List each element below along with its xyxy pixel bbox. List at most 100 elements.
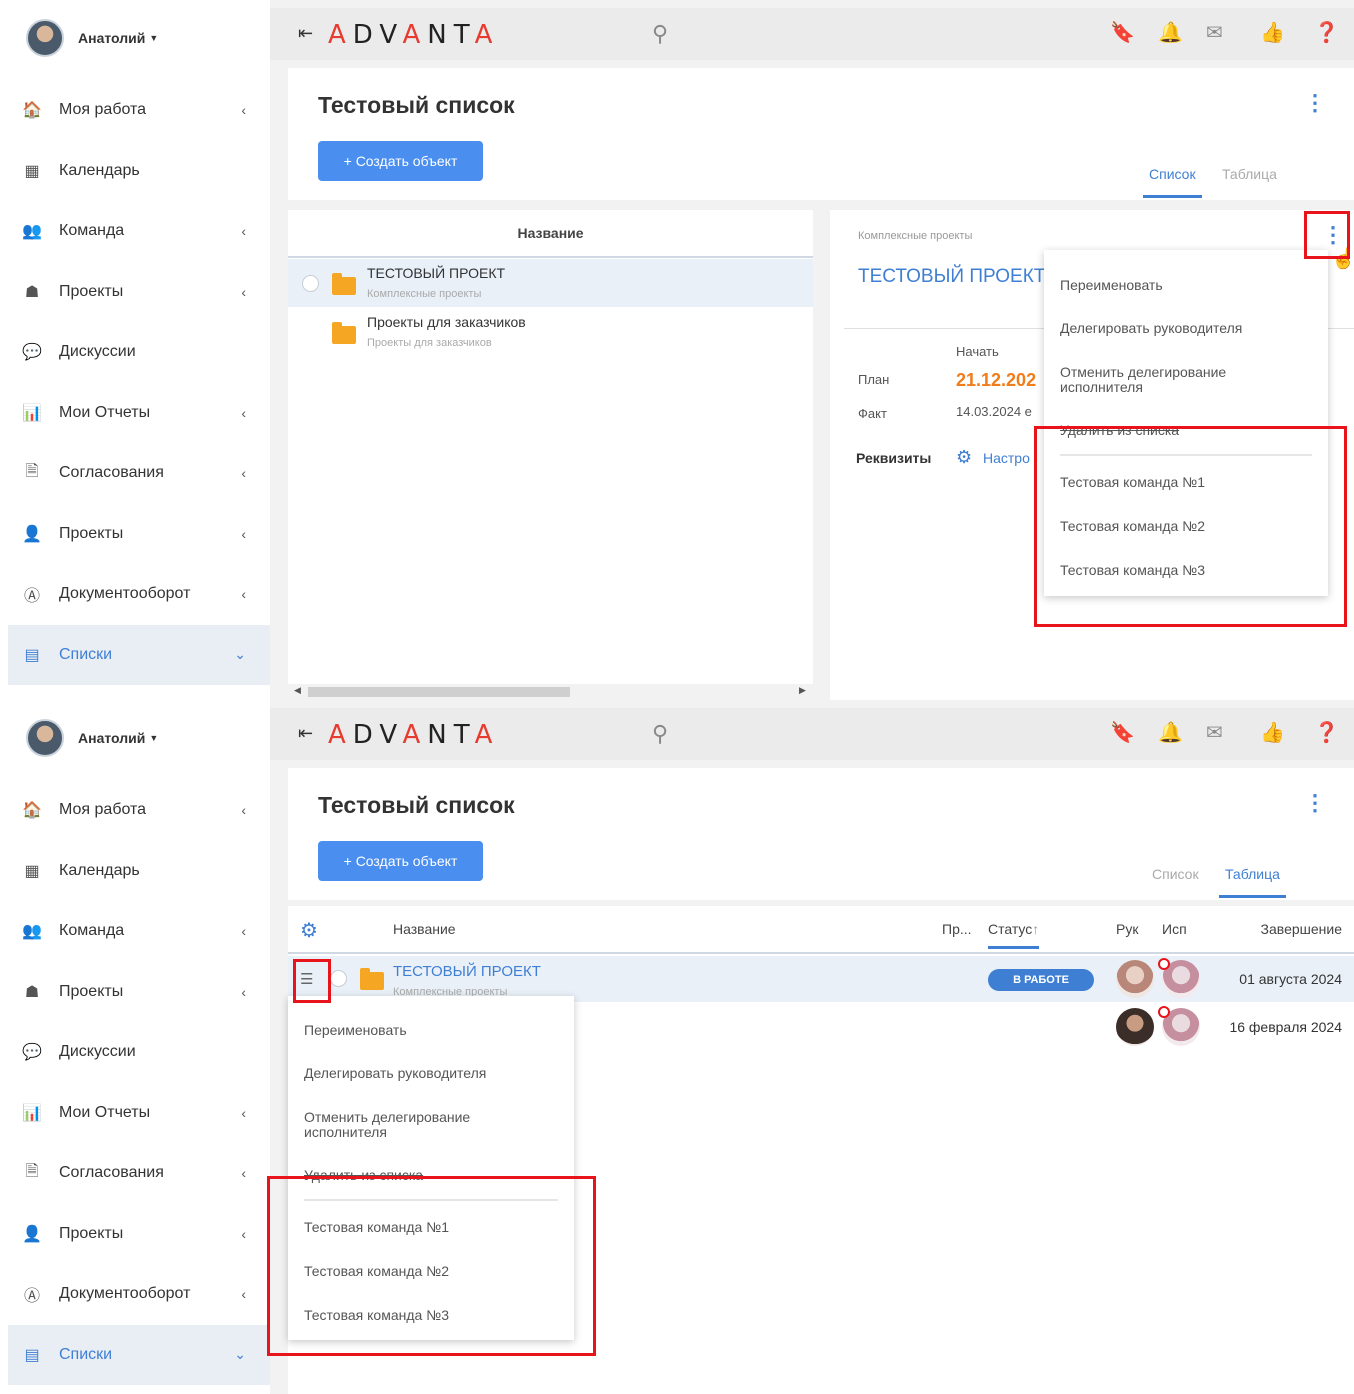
chevron-left-icon[interactable]: ‹ <box>241 1226 246 1242</box>
chevron-left-icon[interactable]: ‹ <box>241 1286 246 1302</box>
sidebar-item-1[interactable]: 🏠 Моя работа ‹ <box>8 80 270 141</box>
sidebar-menu: 🏠 Моя работа ‹ ▦ Календарь 👥 Команда ‹ ☗ Проекты ‹… <box>8 780 270 1385</box>
sort-arrow-icon[interactable]: ↑ <box>1032 921 1039 937</box>
bell-icon[interactable]: 🔔 <box>1158 20 1183 45</box>
item-title[interactable]: Проекты для заказчиков <box>367 314 526 330</box>
user-name[interactable]: Анатолий <box>78 30 145 46</box>
sidebar-item-9[interactable]: Ⓐ Документооборот ‹ <box>8 564 270 625</box>
column-header-name[interactable]: Название <box>288 210 813 258</box>
chevron-down-icon[interactable]: ⌄ <box>234 646 246 663</box>
user-menu[interactable]: Анатолий ▼ <box>26 718 158 758</box>
user-name[interactable]: Анатолий <box>78 730 145 746</box>
column-header-pr[interactable]: Пр... <box>942 921 972 937</box>
sidebar-item-2[interactable]: ▦ Календарь <box>8 841 270 902</box>
tab-list[interactable]: Список <box>1146 866 1205 898</box>
sidebar-item-7[interactable]: 🗎 Согласования ‹ <box>8 443 270 504</box>
chevron-left-icon[interactable]: ‹ <box>241 1105 246 1121</box>
tab-table[interactable]: Таблица <box>1219 866 1286 898</box>
menu-item-cancel-delegation[interactable]: Отменить делегирование исполнителя <box>1060 365 1280 395</box>
collapse-menu-icon[interactable]: ⇤ <box>298 723 313 744</box>
detail-title[interactable]: ТЕСТОВЫЙ ПРОЕКТ <box>858 266 1045 288</box>
chevron-left-icon[interactable]: ‹ <box>241 223 246 239</box>
horizontal-scrollbar[interactable]: ◀ ▶ <box>288 684 813 700</box>
row-checkbox[interactable] <box>330 970 347 987</box>
search-icon[interactable]: ⚲ <box>652 721 668 747</box>
sidebar-item-8[interactable]: 👤 Проекты ‹ <box>8 504 270 565</box>
bookmark-icon[interactable]: 🔖 <box>1110 720 1135 745</box>
help-icon[interactable]: ❓ <box>1314 720 1339 745</box>
chevron-left-icon[interactable]: ‹ <box>241 102 246 118</box>
sidebar-item-1[interactable]: 🏠 Моя работа ‹ <box>8 780 270 841</box>
sidebar-item-5[interactable]: 💬 Дискуссии <box>8 1022 270 1083</box>
avatar[interactable] <box>1116 1008 1154 1046</box>
chevron-left-icon[interactable]: ‹ <box>241 526 246 542</box>
chevron-left-icon[interactable]: ‹ <box>241 284 246 300</box>
user-menu[interactable]: Анатолий ▼ <box>26 18 158 58</box>
menu-item-cancel-delegation[interactable]: Отменить делегирование исполнителя <box>304 1110 524 1140</box>
chevron-down-icon[interactable]: ⌄ <box>234 1346 246 1363</box>
mail-icon[interactable]: ✉ <box>1206 20 1223 45</box>
help-icon[interactable]: ❓ <box>1314 20 1339 45</box>
sidebar-item-8[interactable]: 👤 Проекты ‹ <box>8 1204 270 1265</box>
sidebar-item-3[interactable]: 👥 Команда ‹ <box>8 901 270 962</box>
item-title[interactable]: ТЕСТОВЫЙ ПРОЕКТ <box>367 265 505 281</box>
sidebar-item-4[interactable]: ☗ Проекты ‹ <box>8 262 270 323</box>
gear-icon[interactable]: ⚙ <box>956 447 972 468</box>
menu-item-rename[interactable]: Переименовать <box>1060 278 1163 293</box>
scroll-thumb[interactable] <box>308 687 570 697</box>
create-object-button[interactable]: + Создать объект <box>318 141 483 181</box>
kebab-menu-icon[interactable]: ⋮ <box>1304 90 1326 116</box>
menu-item-delegate-manager[interactable]: Делегировать руководителя <box>1060 321 1242 336</box>
sidebar-item-3[interactable]: 👥 Команда ‹ <box>8 201 270 262</box>
thumbs-up-icon[interactable]: 👍 <box>1260 720 1285 745</box>
sidebar-item-10[interactable]: ▤ Списки ⌄ <box>8 624 270 685</box>
chevron-left-icon[interactable]: ‹ <box>241 1165 246 1181</box>
menu-item-delegate-manager[interactable]: Делегировать руководителя <box>304 1066 486 1081</box>
tab-table[interactable]: Таблица <box>1216 166 1283 198</box>
collapse-menu-icon[interactable]: ⇤ <box>298 23 313 44</box>
bell-icon[interactable]: 🔔 <box>1158 720 1183 745</box>
list-item[interactable]: ТЕСТОВЫЙ ПРОЕКТ Комплексные проекты <box>288 259 813 307</box>
sidebar-item-2[interactable]: ▦ Календарь <box>8 141 270 202</box>
column-header-end[interactable]: Завершение <box>1261 921 1342 937</box>
chevron-left-icon[interactable]: ‹ <box>241 465 246 481</box>
menu-item-rename[interactable]: Переименовать <box>304 1023 407 1038</box>
sidebar-item-5[interactable]: 💬 Дискуссии <box>8 322 270 383</box>
create-object-button[interactable]: + Создать объект <box>318 841 483 881</box>
kebab-menu-icon[interactable]: ⋮ <box>1304 790 1326 816</box>
sidebar-item-10[interactable]: ▤ Списки ⌄ <box>8 1324 270 1385</box>
chevron-left-icon[interactable]: ‹ <box>241 984 246 1000</box>
chevron-left-icon[interactable]: ‹ <box>241 802 246 818</box>
list-item[interactable]: Проекты для заказчиков Проекты для заказ… <box>288 308 813 356</box>
avatar[interactable] <box>26 719 64 757</box>
caret-down-icon[interactable]: ▼ <box>149 733 158 743</box>
chevron-left-icon[interactable]: ‹ <box>241 405 246 421</box>
sidebar-item-4[interactable]: ☗ Проекты ‹ <box>8 962 270 1023</box>
item-title[interactable]: ТЕСТОВЫЙ ПРОЕКТ <box>393 963 541 980</box>
caret-down-icon[interactable]: ▼ <box>149 33 158 43</box>
thumbs-up-icon[interactable]: 👍 <box>1260 20 1285 45</box>
gear-icon[interactable]: ⚙ <box>300 918 318 943</box>
sidebar-item-6[interactable]: 📊 Мои Отчеты ‹ <box>8 1083 270 1144</box>
column-header-name[interactable]: Название <box>393 921 456 937</box>
column-header-isp[interactable]: Исп <box>1162 921 1187 937</box>
search-icon[interactable]: ⚲ <box>652 21 668 47</box>
bookmark-icon[interactable]: 🔖 <box>1110 20 1135 45</box>
sidebar-item-9[interactable]: Ⓐ Документооборот ‹ <box>8 1264 270 1325</box>
status-header-label[interactable]: Статус <box>988 921 1032 937</box>
sidebar-item-7[interactable]: 🗎 Согласования ‹ <box>8 1143 270 1204</box>
chevron-left-icon[interactable]: ‹ <box>241 923 246 939</box>
row-checkbox[interactable] <box>302 275 319 292</box>
detail-breadcrumb[interactable]: Комплексные проекты <box>858 230 972 242</box>
sidebar-item-6[interactable]: 📊 Мои Отчеты ‹ <box>8 383 270 444</box>
mail-icon[interactable]: ✉ <box>1206 720 1223 745</box>
settings-link[interactable]: Настро <box>983 450 1030 466</box>
tab-list[interactable]: Список <box>1143 166 1202 198</box>
chevron-left-icon[interactable]: ‹ <box>241 586 246 602</box>
column-header-status[interactable]: Статус↑ <box>988 921 1040 949</box>
column-header-ruk[interactable]: Рук <box>1116 921 1138 937</box>
avatar[interactable] <box>26 19 64 57</box>
scroll-right-icon[interactable]: ▶ <box>799 685 806 696</box>
scroll-left-icon[interactable]: ◀ <box>294 685 301 696</box>
avatar[interactable] <box>1116 960 1154 998</box>
